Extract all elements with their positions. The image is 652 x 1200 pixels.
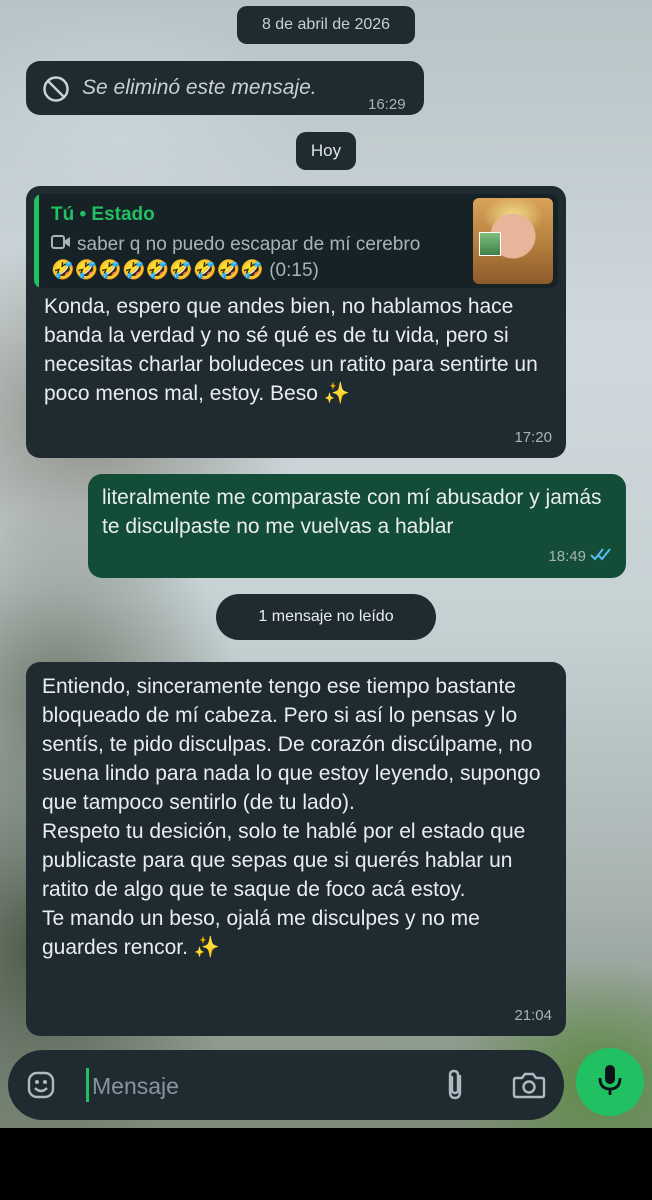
unread-separator: 1 mensaje no leído — [216, 594, 436, 640]
system-nav-bar — [0, 1128, 652, 1200]
message-text: Entiendo, sinceramente tengo ese tiempo … — [42, 675, 541, 959]
quote-accent-bar — [34, 194, 39, 288]
video-icon — [51, 230, 71, 259]
incoming-message[interactable]: Tú • Estado saber q no puedo escapar de … — [26, 186, 566, 458]
message-composer — [8, 1050, 564, 1120]
paperclip-icon[interactable] — [444, 1068, 466, 1107]
status-thumbnail[interactable] — [473, 198, 553, 284]
date-separator: 8 de abril de 2026 — [237, 6, 415, 44]
message-time: 16:29 — [368, 96, 406, 113]
message-time: 18:49 — [548, 548, 586, 565]
today-separator: Hoy — [296, 132, 356, 170]
outgoing-message[interactable]: literalmente me comparaste con mí abusad… — [88, 474, 626, 578]
message-text: Konda, espero que andes bien, no hablamo… — [44, 295, 538, 405]
message-text: literalmente me comparaste con mí abusad… — [102, 486, 602, 538]
message-time: 17:20 — [514, 429, 552, 446]
mic-icon — [597, 1063, 623, 1102]
text-cursor — [86, 1068, 89, 1102]
deleted-message-text: Se eliminó este mensaje. — [82, 76, 317, 99]
double-check-icon — [590, 541, 614, 570]
quote-emoji-line: 🤣🤣🤣🤣🤣🤣🤣🤣🤣 (0:15) — [51, 256, 319, 285]
message-time: 21:04 — [514, 1007, 552, 1024]
camera-icon[interactable] — [512, 1070, 546, 1105]
quote-text-line: saber q no puedo escapar de mí cerebro — [51, 230, 420, 259]
quote-emojis: 🤣🤣🤣🤣🤣🤣🤣🤣🤣 — [51, 260, 264, 281]
status-thumbnail-inset — [479, 232, 501, 256]
quote-text: saber q no puedo escapar de mí cerebro — [77, 234, 421, 255]
block-icon — [42, 75, 70, 111]
incoming-message[interactable]: Entiendo, sinceramente tengo ese tiempo … — [26, 662, 566, 1036]
chat-background: 8 de abril de 2026 Se eliminó este mensa… — [0, 0, 652, 1128]
quoted-status[interactable]: Tú • Estado saber q no puedo escapar de … — [34, 194, 558, 288]
quote-author: Tú • Estado — [51, 204, 155, 225]
mic-button[interactable] — [576, 1048, 644, 1116]
message-input[interactable] — [90, 1066, 414, 1106]
deleted-message[interactable]: Se eliminó este mensaje. 16:29 — [26, 61, 424, 115]
quote-duration: (0:15) — [269, 260, 319, 281]
emoji-icon[interactable] — [26, 1070, 56, 1105]
